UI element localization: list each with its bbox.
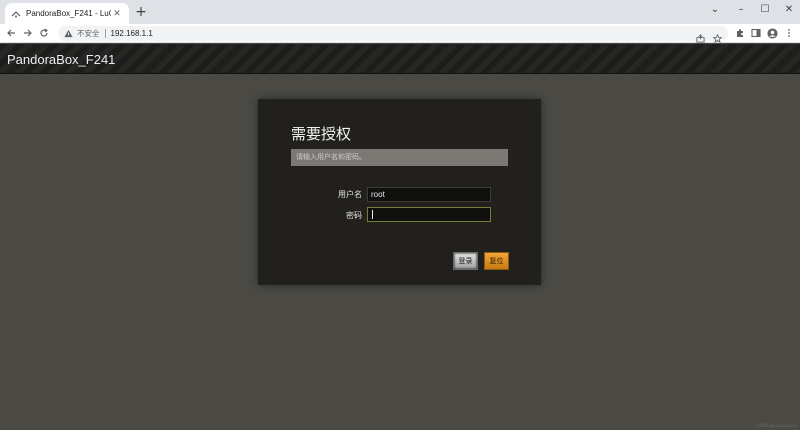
address-divider <box>104 29 106 38</box>
username-input[interactable] <box>367 187 491 202</box>
insecure-label: 不安全 <box>77 29 100 38</box>
login-button[interactable]: 登录 <box>453 252 478 270</box>
password-input[interactable] <box>367 207 491 222</box>
maximize-button[interactable]: ☐ <box>752 0 778 18</box>
tab-title: PandoraBox_F241 - LuCI <box>26 9 111 18</box>
watermark: CSDN @xxxxxxxxxx <box>756 423 797 428</box>
router-favicon-icon <box>11 9 21 19</box>
browser-tabstrip: PandoraBox_F241 - LuCI ✕ + ⌄ – ☐ ✕ <box>0 0 800 24</box>
luci-header: PandoraBox_F241 <box>0 44 800 74</box>
reset-button[interactable]: 复位 <box>484 252 509 270</box>
url-text[interactable]: 192.168.1.1 <box>111 29 153 38</box>
address-bar[interactable]: 不安全 192.168.1.1 <box>58 26 728 44</box>
minimize-button[interactable]: – <box>728 0 754 18</box>
username-label: 用户名 <box>338 190 362 199</box>
close-window-button[interactable]: ✕ <box>776 0 800 18</box>
text-caret <box>372 210 373 219</box>
reload-icon[interactable] <box>37 26 51 40</box>
password-label: 密码 <box>346 211 362 220</box>
login-panel: 需要授权 请输入用户名和密码。 用户名 密码 登录 复位 <box>258 99 541 285</box>
extensions-puzzle-icon[interactable] <box>733 26 747 40</box>
tab-close-icon[interactable]: ✕ <box>111 9 123 19</box>
back-arrow-icon[interactable] <box>4 26 18 40</box>
brand-title[interactable]: PandoraBox_F241 <box>7 52 115 67</box>
profile-avatar-icon[interactable] <box>765 26 779 40</box>
side-panel-icon[interactable] <box>749 26 763 40</box>
forward-arrow-icon[interactable] <box>21 26 35 40</box>
browser-tab[interactable]: PandoraBox_F241 - LuCI ✕ <box>5 3 129 24</box>
browser-menu-icon[interactable] <box>782 26 796 40</box>
page-title: 需要授权 <box>291 125 352 143</box>
warning-icon[interactable] <box>64 29 73 38</box>
browser-toolbar: 不安全 192.168.1.1 <box>0 24 800 44</box>
tab-search-icon[interactable]: ⌄ <box>702 0 728 18</box>
new-tab-button[interactable]: + <box>133 4 149 20</box>
login-notice: 请输入用户名和密码。 <box>291 149 508 166</box>
